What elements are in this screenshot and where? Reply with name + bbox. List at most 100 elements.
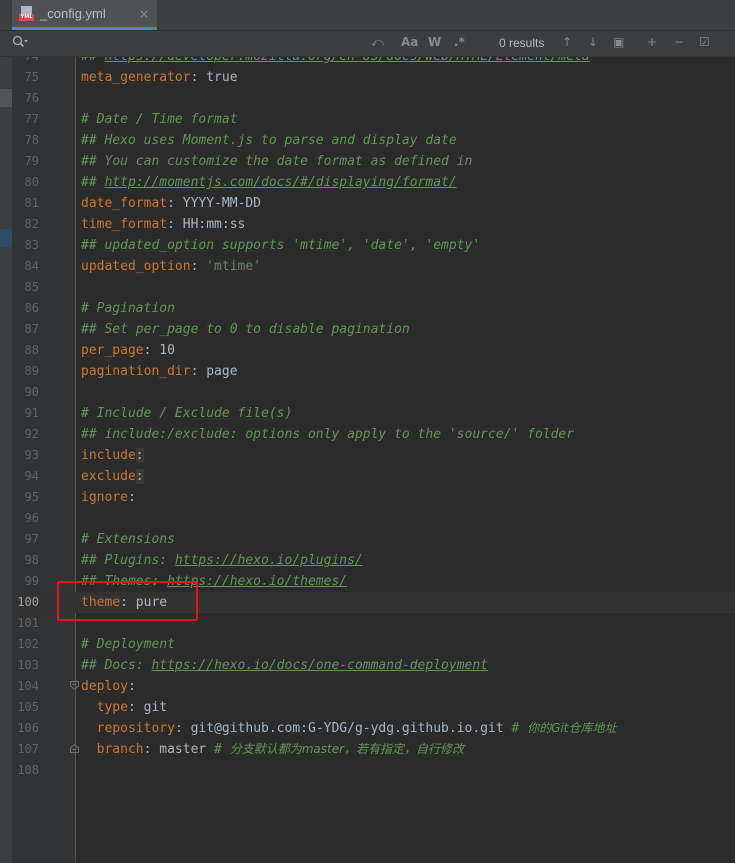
line-number: 99 [24,574,39,588]
code-line[interactable]: 74 ## https://developer.mozilla.org/en-US… [12,57,735,67]
code-text: # Date / Time format [81,109,238,130]
yml-file-icon: YML [19,5,35,22]
code-token: 你的Git仓库地址 [527,721,617,735]
code-line[interactable]: 105 type: git [12,697,735,718]
code-text: type: git [81,697,167,718]
line-number: 78 [24,133,39,147]
code-line[interactable]: 84 updated_option: 'mtime' [12,256,735,277]
code-line[interactable]: 78 ## Hexo uses Moment.js to parse and di… [12,130,735,151]
project-marker[interactable] [0,229,12,247]
code-token: : git@github.com:G-YDG/g-ydg.github.io.g… [174,721,512,736]
code-line[interactable]: 89 pagination_dir: page [12,361,735,382]
code-line[interactable]: 99 ## Themes: https://hexo.io/themes/ [12,571,735,592]
code-token: https://hexo.io/themes/ [167,574,348,589]
code-line[interactable]: 101 [12,613,735,634]
code-text: ## Hexo uses Moment.js to parse and disp… [81,130,457,151]
select-all-occurrences-icon[interactable]: ☑ [699,35,710,49]
code-token: ## Set per_page to 0 to disable paginati… [81,322,410,337]
code-line[interactable]: 83 ## updated_option supports 'mtime', 'd… [12,235,735,256]
code-text: ## https://developer.mozilla.org/en-US/d… [81,57,590,67]
line-number: 91 [24,406,39,420]
code-line[interactable]: 95 ignore: [12,487,735,508]
code-token: theme [81,595,121,610]
next-occurrence-icon[interactable]: ↓ [588,35,598,49]
code-token: 分支默认都为master，若有指定，自行修改 [229,742,465,756]
code-text: # Deployment [81,634,175,655]
code-line[interactable]: 80 ## http://momentjs.com/docs/#/displayi… [12,172,735,193]
code-line[interactable]: 104 deploy: [12,676,735,697]
code-line[interactable]: 103 ## Docs: https://hexo.io/docs/one-com… [12,655,735,676]
code-line[interactable]: 102 # Deployment [12,634,735,655]
line-number: 87 [24,322,39,336]
code-token: type [96,700,128,715]
code-line[interactable]: 97 # Extensions [12,529,735,550]
code-line[interactable]: 85 [12,277,735,298]
code-token: : [127,679,136,694]
code-token: https://developer.mozilla.org/en-US/docs… [104,57,589,64]
code-line[interactable]: 90 [12,382,735,403]
code-line[interactable]: 76 [12,88,735,109]
close-tab-icon[interactable]: × [139,7,149,21]
code-line[interactable]: 93 include: [12,445,735,466]
code-line[interactable]: 96 [12,508,735,529]
code-text: ## Set per_page to 0 to disable paginati… [81,319,410,340]
filter-icon[interactable]: ▣ [613,35,624,49]
code-token: 'mtime' [206,259,262,274]
match-case-toggle[interactable]: Aa [401,35,418,49]
code-line[interactable]: 94 exclude: [12,466,735,487]
code-token: : HH:mm:ss [167,217,246,232]
code-text: time_format: HH:mm:ss [81,214,245,235]
code-editor[interactable]: 74## https://developer.mozilla.org/en-US… [12,57,735,863]
fold-open-icon[interactable] [70,681,79,690]
structure-marker[interactable] [0,89,12,107]
line-number: 104 [17,679,39,693]
line-number: 105 [17,700,39,714]
code-token: : [135,448,144,463]
code-token: ignore [81,490,128,505]
code-token: : 10 [143,343,175,358]
code-text: ## Docs: https://hexo.io/docs/one-comman… [81,655,488,676]
code-token: ## Plugins: [81,553,175,568]
add-selection-icon[interactable]: + [647,35,657,49]
code-token: branch [96,742,144,757]
line-number: 86 [24,301,39,315]
line-number: 106 [17,721,39,735]
tab-config-yml[interactable]: YML _config.yml × [12,0,157,30]
tab-file-name: _config.yml [40,6,106,21]
code-token: # Include / Exclude file(s) [81,406,293,421]
code-line[interactable]: 81 date_format: YYYY-MM-DD [12,193,735,214]
fold-end-icon[interactable] [70,744,79,753]
code-token: time_format [81,217,168,232]
code-token: meta_generator [81,70,191,85]
code-token: ## Themes: [81,574,168,589]
code-token: https://hexo.io/plugins/ [174,553,363,568]
line-number: 95 [24,490,39,504]
line-number: 79 [24,154,39,168]
code-token: : git [127,700,168,715]
remove-selection-icon[interactable]: − [674,35,684,49]
code-line[interactable]: 108 [12,760,735,781]
code-line[interactable]: 107 branch: master # 分支默认都为master，若有指定，自… [12,739,735,760]
code-line[interactable]: 77 # Date / Time format [12,109,735,130]
line-number: 94 [24,469,39,483]
code-line[interactable]: 91 # Include / Exclude file(s) [12,403,735,424]
words-toggle[interactable]: W [428,35,441,49]
code-line[interactable]: 106 repository: git@github.com:G-YDG/g-y… [12,718,735,739]
code-line[interactable]: 82 time_format: HH:mm:ss [12,214,735,235]
code-line[interactable]: 79 ## You can customize the date format a… [12,151,735,172]
regex-toggle[interactable]: .* [454,35,465,49]
code-token: ## Docs: [81,658,152,673]
code-line[interactable]: 98 ## Plugins: https://hexo.io/plugins/ [12,550,735,571]
code-line[interactable]: 75 meta_generator: true [12,67,735,88]
code-line[interactable]: 87 ## Set per_page to 0 to disable pagina… [12,319,735,340]
search-icon[interactable] [12,35,28,53]
line-number: 75 [24,70,39,84]
previous-occurrence-icon[interactable]: ↑ [562,35,572,49]
code-line[interactable]: 88 per_page: 10 [12,340,735,361]
code-line[interactable]: 92 ## include:/exclude: options only appl… [12,424,735,445]
code-token: deploy [81,679,128,694]
new-line-icon[interactable]: ⤺ [371,35,384,50]
code-line[interactable]: 86 # Pagination [12,298,735,319]
code-line[interactable]: 100 theme: pure [12,592,735,613]
